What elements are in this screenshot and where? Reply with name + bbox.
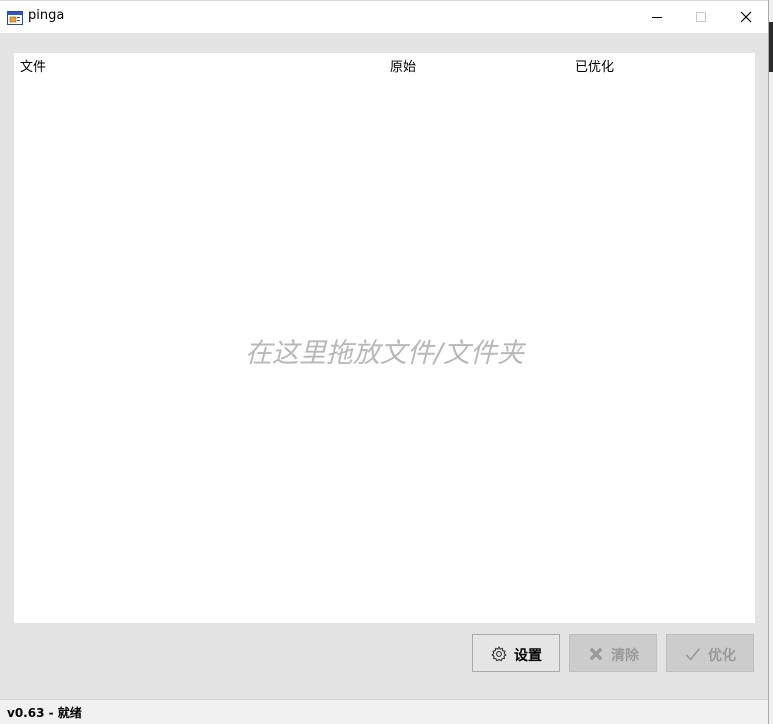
x-icon — [588, 646, 604, 662]
optimize-button[interactable]: 优化 — [666, 634, 754, 672]
maximize-icon — [696, 12, 706, 22]
close-button[interactable] — [723, 0, 769, 33]
drop-hint-text: 在这里拖放文件/文件夹 — [244, 338, 525, 369]
clear-button-label: 清除 — [611, 648, 639, 664]
clear-button[interactable]: 清除 — [569, 634, 657, 672]
desktop-edge-scrollbar — [769, 22, 773, 72]
settings-button-label: 设置 — [514, 648, 542, 664]
minimize-icon — [652, 17, 662, 18]
status-bar: v0.63 - 就绪 — [0, 699, 768, 724]
file-list-drop-area[interactable]: 文件 原始 已优化 在这里拖放文件/文件夹 — [14, 53, 755, 623]
app-window: pinga 文件 原始 已优化 在这里拖放文件/文件夹 设置 清除 优化 v0.… — [0, 0, 769, 724]
desktop-edge — [769, 0, 773, 724]
status-text: v0.63 - 就绪 — [7, 706, 82, 720]
column-header-file[interactable]: 文件 — [20, 56, 46, 75]
minimize-button[interactable] — [634, 0, 680, 33]
close-icon — [740, 11, 752, 23]
window-title: pinga — [28, 8, 65, 23]
column-header-optimized[interactable]: 已优化 — [575, 56, 614, 75]
column-header-original[interactable]: 原始 — [390, 56, 416, 75]
title-bar[interactable]: pinga — [0, 0, 768, 33]
gear-icon — [491, 646, 507, 662]
maximize-button[interactable] — [678, 0, 724, 33]
settings-button[interactable]: 设置 — [472, 634, 560, 672]
optimize-button-label: 优化 — [708, 648, 736, 664]
checkmark-icon — [685, 646, 701, 662]
pinga-app-icon[interactable] — [7, 10, 23, 25]
